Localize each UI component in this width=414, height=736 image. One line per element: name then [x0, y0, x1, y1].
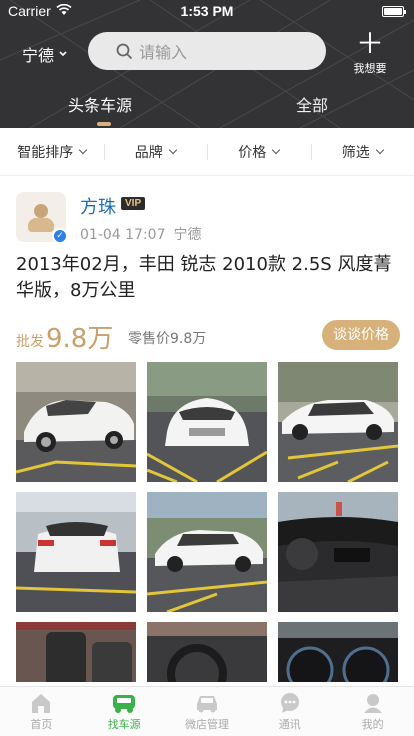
tab-mine-label: 我的: [361, 718, 384, 731]
verified-icon: ✓: [52, 228, 68, 244]
tab-messages[interactable]: 通讯: [248, 687, 331, 736]
post-meta: 01-04 17:07 宁德: [80, 224, 201, 244]
city-label: 宁德: [22, 46, 55, 65]
tab-headline-cars[interactable]: 头条车源: [68, 92, 132, 116]
header-tabs: 头条车源 全部: [0, 88, 414, 128]
tab-find-car-label: 找车源: [107, 718, 141, 731]
filter-brand-label: 品牌: [134, 144, 163, 161]
chevron-down-icon: [79, 145, 88, 154]
tab-find-car[interactable]: 找车源: [83, 687, 166, 736]
car-photo[interactable]: [16, 492, 136, 612]
search-placeholder: 请输入: [139, 43, 188, 62]
filter-more-label: 筛选: [341, 144, 370, 161]
car-photo[interactable]: [16, 362, 136, 482]
vip-badge: VIP: [121, 197, 146, 210]
chevron-down-icon: [272, 145, 281, 154]
car-photo[interactable]: [278, 362, 398, 482]
filter-sort[interactable]: 智能排序: [0, 142, 104, 162]
home-icon: [32, 694, 51, 713]
city-selector[interactable]: 宁德: [22, 42, 68, 66]
price-row: 批发 9.8万 零售价9.8万 谈谈价格: [16, 318, 400, 354]
plus-icon: ＋: [355, 27, 384, 60]
user-name[interactable]: 方珠: [80, 193, 116, 219]
filter-more[interactable]: 筛选: [310, 142, 414, 162]
wholesale-label: 批发: [16, 334, 44, 350]
car-photo[interactable]: [278, 492, 398, 612]
car-photo[interactable]: [147, 622, 267, 682]
want-label: 我想要: [353, 62, 387, 75]
filter-sort-label: 智能排序: [17, 144, 74, 161]
search-input[interactable]: 请输入: [88, 32, 326, 70]
wholesale-price: 9.8万: [46, 324, 114, 354]
tab-all[interactable]: 全部: [296, 92, 328, 116]
car-photo[interactable]: [16, 622, 136, 682]
tab-home[interactable]: 首页: [0, 687, 83, 736]
header: Carrier 1:53 PM 宁德 请输入 ＋ 我想要 头条车源 全部: [0, 0, 414, 128]
user-icon: [363, 694, 382, 713]
chevron-down-icon: [168, 145, 177, 154]
avatar[interactable]: ✓: [16, 192, 68, 244]
car-shop-icon: [196, 696, 217, 713]
negotiate-price-button[interactable]: 谈谈价格: [322, 320, 400, 350]
tab-shop-manage-label: 微店管理: [184, 718, 229, 731]
tab-shop-manage[interactable]: 微店管理: [166, 687, 249, 736]
bottom-tab-bar: 首页 找车源 微店管理 通讯 我的: [0, 686, 414, 736]
active-tab-indicator: [97, 122, 111, 126]
photo-grid: [16, 362, 398, 682]
chevron-down-icon: [375, 145, 384, 154]
avatar-head: [34, 204, 48, 218]
car-photo[interactable]: [278, 622, 398, 682]
clock: 1:53 PM: [180, 3, 234, 19]
tab-messages-label: 通讯: [278, 718, 301, 731]
chat-icon: [280, 693, 299, 713]
retail-price: 零售价9.8万: [128, 331, 207, 347]
filter-price-label: 价格: [238, 144, 267, 161]
car-photo[interactable]: [147, 362, 267, 482]
chevron-down-icon: [59, 51, 67, 57]
status-bar: Carrier 1:53 PM: [0, 0, 414, 22]
tab-home-label: 首页: [30, 718, 53, 731]
post-location: 宁德: [173, 227, 202, 243]
filter-bar: 智能排序 品牌 价格 筛选: [0, 128, 414, 176]
search-icon: [116, 43, 133, 59]
avatar-body: [28, 218, 54, 232]
battery-icon: [382, 6, 406, 17]
filter-price[interactable]: 价格: [207, 142, 311, 162]
want-button[interactable]: ＋ 我想要: [350, 27, 390, 76]
find-car-icon: [113, 695, 136, 713]
tab-mine[interactable]: 我的: [331, 687, 414, 736]
car-photo[interactable]: [147, 492, 267, 612]
filter-brand[interactable]: 品牌: [103, 142, 208, 162]
listing-title[interactable]: 2013年02月，丰田 锐志 2010款 2.5S 风度菁华版，8万公里: [16, 252, 400, 304]
post-date: 01-04 17:07: [80, 227, 166, 243]
